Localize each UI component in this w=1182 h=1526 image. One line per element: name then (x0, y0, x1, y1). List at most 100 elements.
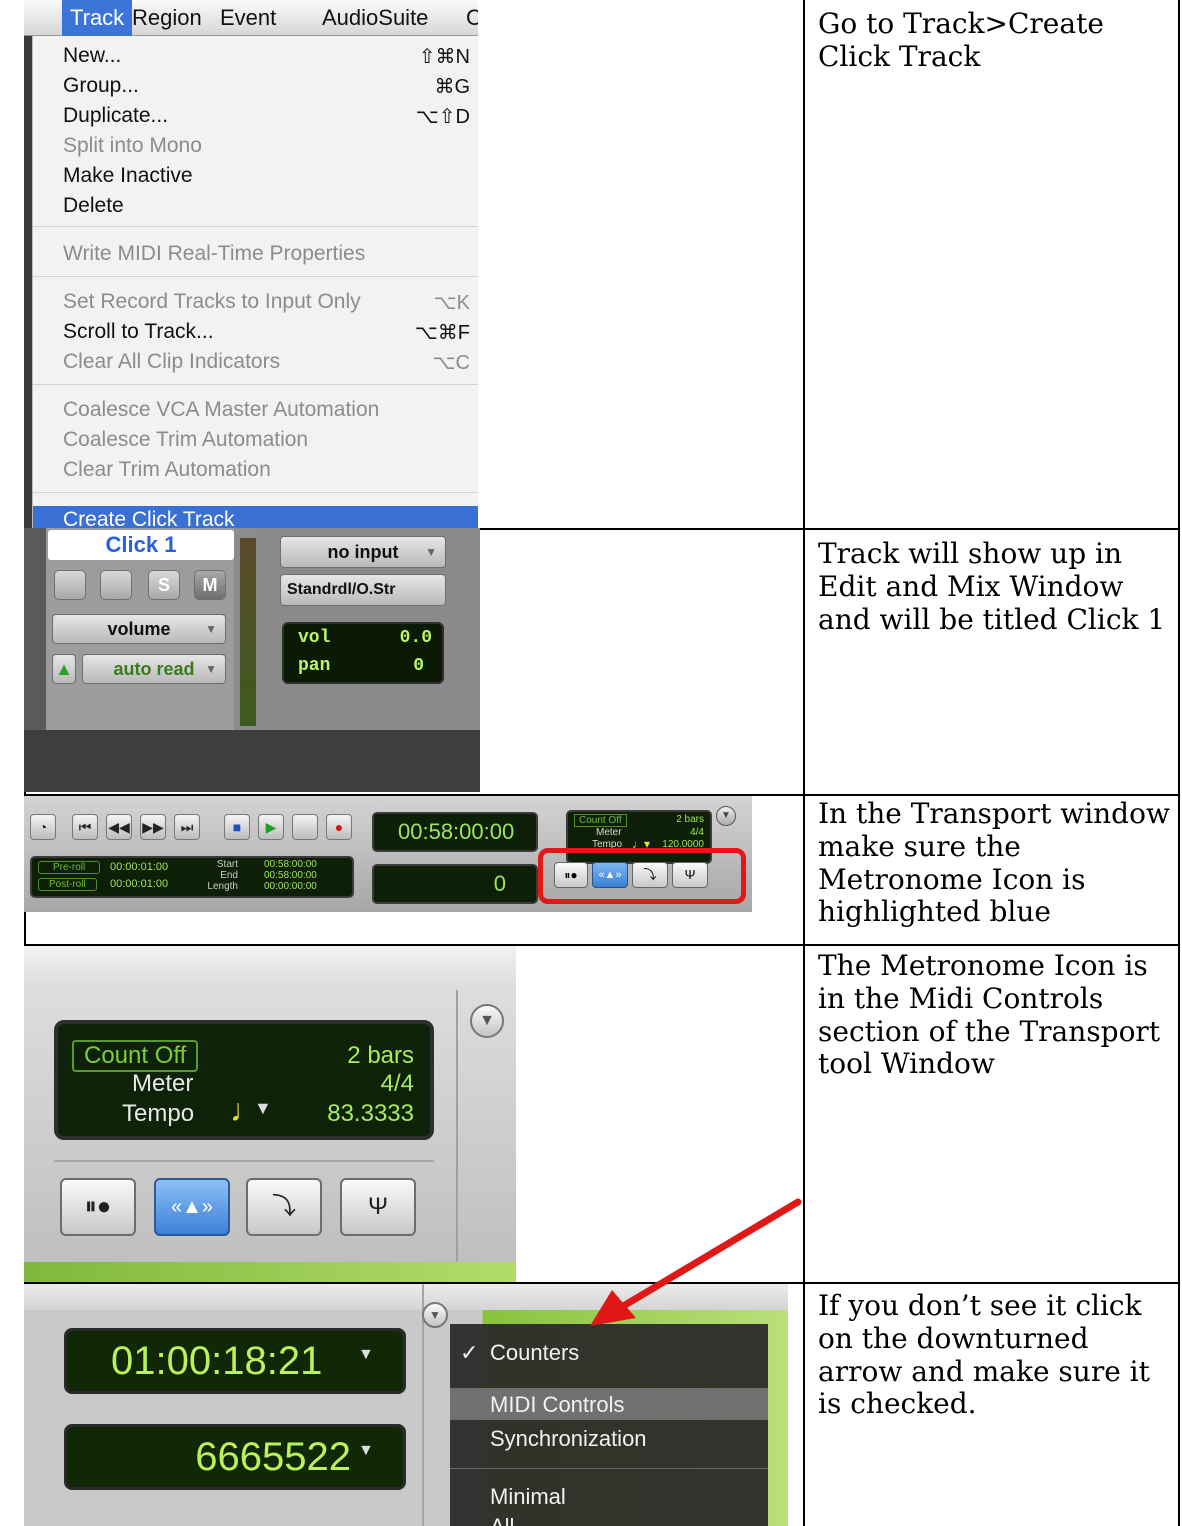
tempo-label: Tempo (122, 1100, 195, 1127)
transport-screenshot: ◔ ⏮ ◀◀ ▶▶ ⏭ ■ ▶ ● Pre-roll 00:00:01:00 P… (24, 796, 752, 912)
menu-separator (33, 226, 478, 227)
input-selector[interactable]: no input ▼ (280, 536, 446, 568)
menu-item-split-mono: Split into Mono (63, 134, 202, 157)
stop-icon[interactable]: ■ (224, 814, 250, 840)
menu-separator (33, 276, 478, 277)
track-dropdown-menu: New... ⇧⌘N Group... ⌘G Duplicate... ⌥⇧D … (32, 36, 478, 528)
bars-value: 2 bars (676, 814, 704, 825)
conductor-icon[interactable]: Ψ (340, 1178, 416, 1236)
menu-item-make-inactive[interactable]: Make Inactive (63, 164, 193, 188)
chevron-down-icon[interactable]: ▼ (358, 1346, 374, 1364)
input-selector-label: no input (327, 542, 399, 562)
menu-item-duplicate[interactable]: Duplicate... (63, 104, 168, 128)
postroll-label[interactable]: Post-roll (38, 878, 97, 891)
length-label: Length (207, 881, 238, 892)
menu-event[interactable]: Event (220, 0, 276, 36)
metronome-icon[interactable]: «▲» (592, 862, 628, 888)
menu-item-group[interactable]: Group... (63, 74, 139, 98)
count-off-button[interactable]: Count Off (574, 814, 627, 827)
menu-item-all[interactable]: All (490, 1514, 514, 1526)
strip-edge (24, 528, 46, 730)
mute-button[interactable]: M (194, 570, 226, 600)
track-button[interactable] (100, 570, 132, 600)
midi-merge-icon[interactable]: ⤵ (246, 1178, 322, 1236)
wait-for-note-icon[interactable]: ⏸● (60, 1178, 136, 1236)
chevron-down-icon: ▼ (205, 662, 217, 676)
transport-view-menu: ✓ Counters MIDI Controls Synchronization… (450, 1324, 768, 1526)
menu-item-new[interactable]: New... (63, 44, 121, 68)
play-icon[interactable]: ▶ (258, 814, 284, 840)
view-selector[interactable]: volume ▼ (52, 614, 226, 644)
track-name-field[interactable]: Click 1 (48, 530, 234, 560)
count-off-button[interactable]: Count Off (72, 1040, 199, 1072)
table-right-border (1178, 0, 1180, 1526)
menu-item-coalesce-trim: Coalesce Trim Automation (63, 428, 309, 451)
meter-value: 4/4 (690, 827, 704, 838)
pan-label: pan (298, 656, 331, 676)
shortcut-clear-clip: ⌥C (432, 352, 471, 374)
annotation-arrow (590, 1198, 802, 1326)
fast-forward-icon[interactable]: ▶▶ (140, 814, 166, 840)
menu-item-midi-controls[interactable]: MIDI Controls (490, 1392, 624, 1418)
menu-item-minimal[interactable]: Minimal (490, 1484, 566, 1510)
click-track-screenshot: Click 1 S M volume ▼ ▲ auto read ▼ no in… (24, 528, 480, 792)
rewind-icon[interactable]: ◀◀ (106, 814, 132, 840)
main-counter[interactable]: 00:58:00:00 (372, 812, 538, 852)
postroll-value: 00:00:01:00 (110, 878, 169, 890)
edit-window-bottom (24, 730, 480, 792)
menu-item-counters[interactable]: Counters (490, 1340, 579, 1366)
output-selector[interactable]: Standrdl/O.Str (280, 574, 446, 606)
record-icon[interactable]: ● (326, 814, 352, 840)
sub-counter[interactable]: 0 (372, 864, 538, 904)
arrow-head (590, 1290, 636, 1326)
view-menu-arrow-icon[interactable]: ▼ (470, 1004, 504, 1038)
view-menu-arrow-icon[interactable]: ▼ (716, 806, 736, 826)
main-counter[interactable]: 01:00:18:21 (64, 1328, 406, 1394)
return-to-zero-icon[interactable]: ⏮ (72, 814, 98, 840)
wait-for-note-icon[interactable]: ⏸● (554, 862, 588, 888)
menu-region[interactable]: Region (132, 0, 202, 36)
midi-merge-icon[interactable]: ⤵ (632, 862, 668, 888)
check-icon: ✓ (460, 1340, 479, 1365)
menu-item-clear-clip: Clear All Clip Indicators (63, 350, 281, 373)
sub-counter[interactable]: 6665522 (64, 1424, 406, 1490)
chevron-down-icon[interactable]: ▼ (254, 1098, 272, 1119)
menu-item-scroll-to-track[interactable]: Scroll to Track... (63, 320, 214, 344)
menu-item-write-midi: Write MIDI Real-Time Properties (63, 242, 366, 265)
menu-item-create-click-track[interactable]: Create Click Track (63, 508, 235, 528)
menu-separator (33, 492, 478, 493)
metronome-icon[interactable]: «▲» (154, 1178, 230, 1236)
menu-item-coalesce-vca: Coalesce VCA Master Automation (63, 398, 380, 421)
pause-button[interactable] (292, 814, 318, 840)
menu-separator (450, 1468, 768, 1469)
menu-track[interactable]: Track (62, 0, 133, 36)
start-value: 00:58:00:00 (264, 859, 317, 870)
menu-clipped[interactable]: C (466, 0, 478, 36)
start-label: Start (216, 859, 238, 870)
go-to-end-icon[interactable]: ⏭ (174, 814, 200, 840)
menu-item-delete[interactable]: Delete (63, 194, 124, 218)
menu-audiosuite[interactable]: AudioSuite (322, 0, 428, 36)
level-meter (240, 538, 256, 726)
menu-bar: Track Region Event AudioSuite C (24, 0, 478, 36)
window-edge (24, 36, 32, 528)
preroll-label[interactable]: Pre-roll (38, 861, 101, 874)
track-button[interactable] (54, 570, 86, 600)
midi-controls-screenshot: ▼ Count Off 2 bars Meter 4/4 Tempo ♩ ▼ 8… (24, 946, 516, 1282)
menu-item-clear-trim: Clear Trim Automation (63, 458, 271, 481)
section-divider (54, 1160, 434, 1162)
solo-button[interactable]: S (148, 570, 180, 600)
conductor-icon[interactable]: Ψ (672, 862, 708, 888)
view-menu-arrow-icon[interactable]: ▼ (422, 1302, 448, 1328)
instruction-text: The Metronome Icon is in the Midi Contro… (818, 949, 1161, 1081)
end-label: End (220, 870, 238, 881)
end-value: 00:58:00:00 (264, 870, 317, 881)
track-menu-screenshot: Track Region Event AudioSuite C New... ⇧… (24, 0, 478, 528)
metronome-icon[interactable]: ▲ (52, 654, 76, 684)
online-icon[interactable]: ◔ (30, 814, 56, 840)
automation-selector[interactable]: auto read ▼ (82, 654, 226, 684)
chevron-down-icon: ▼ (425, 545, 437, 559)
view-selector-label: volume (107, 619, 171, 639)
chevron-down-icon[interactable]: ▼ (358, 1442, 374, 1460)
menu-item-synchronization[interactable]: Synchronization (490, 1426, 647, 1452)
